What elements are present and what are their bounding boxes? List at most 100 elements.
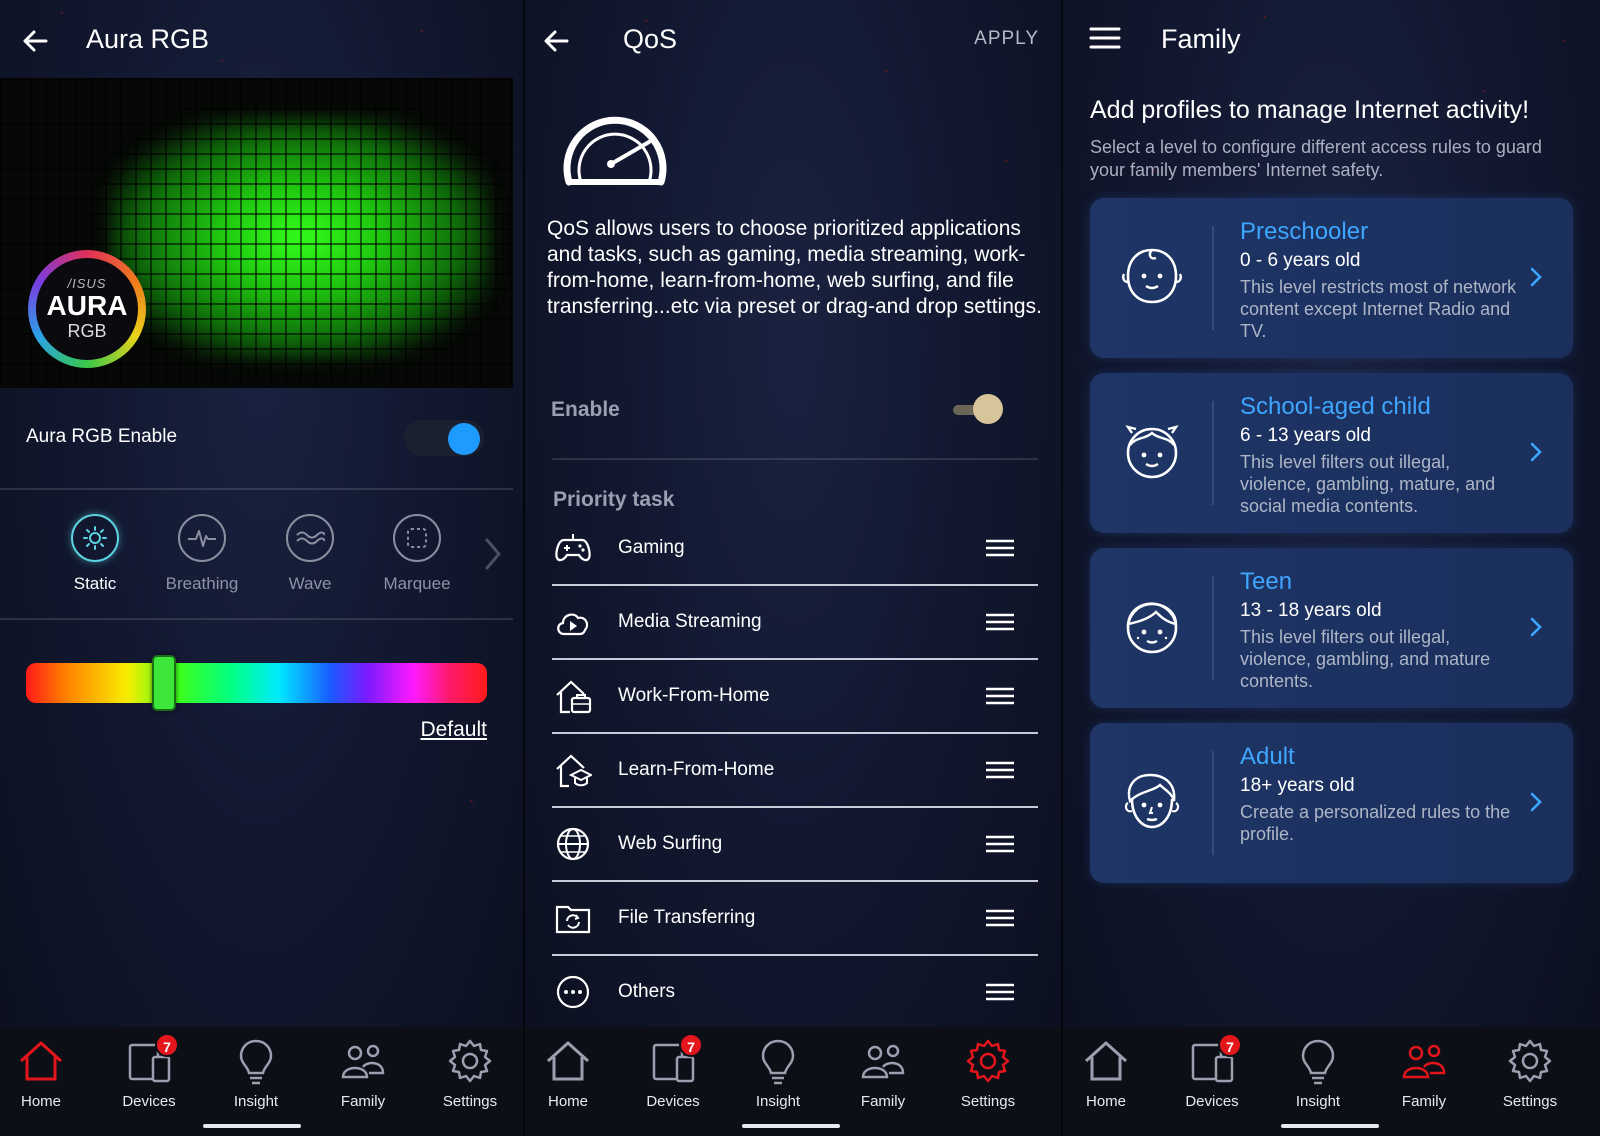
profile-age: 6 - 13 years old <box>1240 425 1371 446</box>
globe-icon <box>556 827 590 861</box>
apply-button[interactable]: APPLY <box>974 28 1039 50</box>
mode-label: Breathing <box>165 574 239 593</box>
task-web-surfing[interactable]: Web Surfing <box>552 808 1038 882</box>
family-heading: Add profiles to manage Internet activity… <box>1090 96 1530 124</box>
decor <box>1483 90 1486 92</box>
nav-settings[interactable]: Settings <box>425 1037 515 1110</box>
task-learn-from-home[interactable]: Learn-From-Home <box>552 734 1038 808</box>
task-file-transferring[interactable]: File Transferring <box>552 882 1038 956</box>
aura-rgb-screen: Aura RGB /ISUS AURA RGB Aura RGB Enable … <box>0 0 523 1136</box>
devices-icon: 7 <box>125 1033 179 1085</box>
logo-rgb: RGB <box>67 321 107 341</box>
task-gaming[interactable]: Gaming <box>552 512 1038 586</box>
nav-home[interactable]: Home <box>1063 1037 1151 1110</box>
nav-family[interactable]: Family <box>1379 1037 1469 1110</box>
task-label: Others <box>618 981 676 1002</box>
profile-card-teen[interactable]: Teen 13 - 18 years old This level filter… <box>1090 548 1573 708</box>
priority-task-title: Priority task <box>553 488 675 511</box>
color-slider-thumb[interactable] <box>152 655 177 711</box>
lightbulb-icon <box>754 1037 802 1085</box>
chevron-right-icon <box>1530 792 1542 812</box>
profile-description: This level restricts most of network con… <box>1240 277 1517 341</box>
profile-description: This level filters out illegal, violence… <box>1240 627 1491 691</box>
nav-home[interactable]: Home <box>0 1037 86 1110</box>
gear-icon <box>964 1037 1012 1085</box>
task-work-from-home[interactable]: Work-From-Home <box>552 660 1038 734</box>
mode-breathing[interactable]: Breathing <box>152 514 252 594</box>
default-button[interactable]: Default <box>420 718 487 742</box>
nav-insight[interactable]: Insight <box>1273 1037 1363 1110</box>
qos-enable-toggle[interactable] <box>953 394 1003 424</box>
aura-rgb-logo: /ISUS AURA RGB <box>28 250 146 368</box>
mode-label: Wave <box>288 574 332 593</box>
drag-handle-icon[interactable] <box>986 761 1014 779</box>
family-screen: Family Add profiles to manage Internet a… <box>1063 0 1600 1136</box>
aura-light-preview: /ISUS AURA RGB <box>0 78 513 388</box>
page-title: QoS <box>623 24 678 54</box>
pulse-icon <box>178 514 226 562</box>
mode-static[interactable]: Static <box>45 514 145 594</box>
family-icon <box>339 1037 387 1085</box>
folder-sync-icon <box>555 905 591 934</box>
divider <box>552 458 1038 460</box>
task-label: Media Streaming <box>618 611 762 632</box>
nav-devices[interactable]: 7 Devices <box>628 1033 718 1110</box>
mode-wave[interactable]: Wave <box>260 514 360 594</box>
profile-card-adult[interactable]: Adult 18+ years old Create a personalize… <box>1090 723 1573 883</box>
nav-label: Home <box>1085 1093 1126 1110</box>
speedometer-icon <box>563 116 667 186</box>
devices-icon: 7 <box>649 1033 703 1085</box>
home-icon <box>1082 1037 1130 1085</box>
mode-marquee[interactable]: Marquee <box>367 514 467 594</box>
aura-enable-toggle[interactable] <box>404 420 484 456</box>
profile-title: Adult <box>1240 743 1295 770</box>
task-label: Web Surfing <box>618 833 723 854</box>
chevron-right-icon[interactable] <box>484 537 502 571</box>
family-topbar: Family <box>1063 0 1600 80</box>
nav-home[interactable]: Home <box>525 1037 613 1110</box>
qos-topbar: QoS APPLY <box>525 0 1061 80</box>
page-title: Family <box>1161 24 1241 54</box>
nav-family[interactable]: Family <box>318 1037 408 1110</box>
family-icon <box>859 1037 907 1085</box>
home-indicator <box>1281 1124 1379 1128</box>
back-arrow-icon[interactable] <box>18 24 52 58</box>
card-divider <box>1212 576 1214 680</box>
drag-handle-icon[interactable] <box>986 909 1014 927</box>
drag-handle-icon[interactable] <box>986 687 1014 705</box>
nav-settings[interactable]: Settings <box>1485 1037 1575 1110</box>
nav-label: Home <box>20 1093 61 1110</box>
marquee-icon <box>393 514 441 562</box>
drag-handle-icon[interactable] <box>986 539 1014 557</box>
adult-face-icon <box>1124 773 1180 829</box>
house-briefcase-icon <box>556 680 592 714</box>
color-hue-slider[interactable] <box>26 663 487 703</box>
lightbulb-icon <box>1294 1037 1342 1085</box>
drag-handle-icon[interactable] <box>986 983 1014 1001</box>
nav-label: Insight <box>233 1093 279 1110</box>
back-arrow-icon[interactable] <box>539 24 573 58</box>
wave-icon <box>286 514 334 562</box>
nav-devices[interactable]: 7 Devices <box>104 1033 194 1110</box>
house-graduation-icon <box>556 754 592 788</box>
task-others[interactable]: Others <box>552 956 1038 1030</box>
drag-handle-icon[interactable] <box>986 613 1014 631</box>
profile-card-preschooler[interactable]: Preschooler 0 - 6 years old This level r… <box>1090 198 1573 358</box>
profile-age: 18+ years old <box>1240 775 1355 796</box>
logo-brand: /ISUS <box>67 276 107 291</box>
task-label: Learn-From-Home <box>618 759 775 780</box>
hamburger-menu-icon[interactable] <box>1088 22 1122 56</box>
nav-insight[interactable]: Insight <box>211 1037 301 1110</box>
profile-age: 13 - 18 years old <box>1240 600 1382 621</box>
mode-label: Marquee <box>383 574 451 593</box>
nav-settings[interactable]: Settings <box>943 1037 1033 1110</box>
nav-family[interactable]: Family <box>838 1037 928 1110</box>
devices-badge: 7 <box>679 1033 703 1057</box>
nav-devices[interactable]: 7 Devices <box>1167 1033 1257 1110</box>
nav-insight[interactable]: Insight <box>733 1037 823 1110</box>
nav-label: Devices <box>1185 1093 1239 1110</box>
profile-card-school-aged-child[interactable]: School-aged child 6 - 13 years old This … <box>1090 373 1573 533</box>
drag-handle-icon[interactable] <box>986 835 1014 853</box>
task-media-streaming[interactable]: Media Streaming <box>552 586 1038 660</box>
home-indicator <box>203 1124 301 1128</box>
